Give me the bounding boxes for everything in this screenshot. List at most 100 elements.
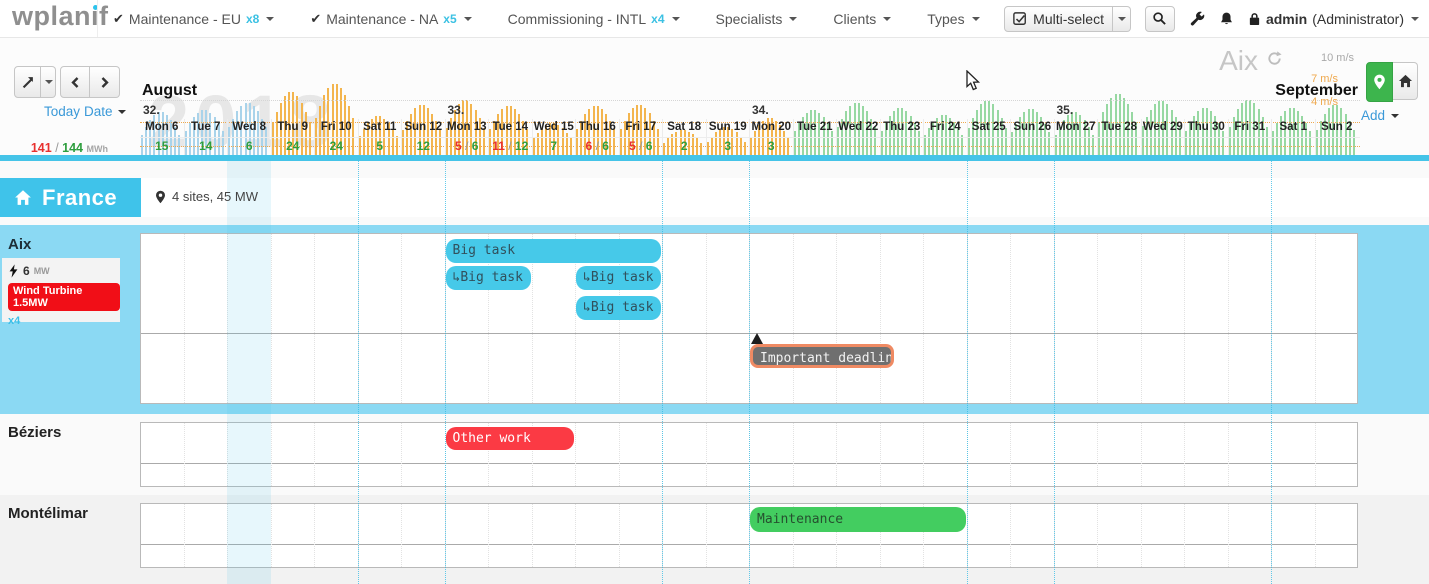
nav-menu-maintenance-na[interactable]: ✔Maintenance - NAx5 [310,11,471,27]
day-column-header: Thu 16 6 / 6 [575,119,619,155]
day-gridline [184,504,185,567]
day-gridline [184,423,185,486]
day-gridline [662,234,663,403]
chevron-down-icon [883,17,891,21]
multi-select-caret[interactable] [1113,6,1131,32]
day-column-header: Mon 27 [1054,119,1098,155]
app-logo[interactable]: wplanıf [12,1,109,32]
chevron-down-icon [1391,114,1399,118]
task-bar[interactable]: Big task [446,239,662,263]
add-dropdown[interactable]: Add [1361,108,1399,123]
week-number: 34. [752,103,769,117]
day-label: Fri 31 [1229,119,1272,136]
day-column-header: Sat 1 [1271,119,1315,155]
day-energy-value: 2 [663,138,706,155]
day-label: Tue 14 [489,119,532,136]
day-column-header: Tue 14 11 / 12 [488,119,532,155]
day-energy-value: 12 [402,138,445,155]
day-energy-value: 7 [533,138,576,155]
day-gridline [401,234,402,403]
equipment-badge[interactable]: Wind Turbine 1.5MW [8,283,120,311]
search-button[interactable] [1145,6,1175,32]
day-column-header: Mon 20 3 [749,119,793,155]
nav-menu-specialists[interactable]: Specialists [716,11,798,27]
day-column-header: Thu 30 [1184,119,1228,155]
day-column-header: Fri 24 [923,119,967,155]
nav-menu-maintenance-eu[interactable]: ✔Maintenance - EUx8 [113,11,274,27]
site-power: 6 MW [8,264,120,278]
day-column-header: Tue 7 14 [184,119,228,155]
region-header[interactable]: France [0,178,141,217]
month-label-september: September [1275,82,1358,100]
day-gridline [1228,504,1229,567]
day-label: Wed 29 [1142,119,1185,136]
nav-menu-clients[interactable]: Clients [833,11,891,27]
day-label: Sat 18 [663,119,706,136]
day-gridline [1315,504,1316,567]
filter-count: x8 [246,12,259,26]
task-bar[interactable]: Maintenance [750,507,966,532]
search-icon [1152,11,1167,26]
nav-menu-commissioning-intl[interactable]: Commissioning - INTLx4 [508,11,680,27]
day-gridline [227,504,228,567]
schedule-panel-beziers[interactable]: Other work [140,422,1358,487]
user-menu[interactable]: admin (Administrator) [1248,11,1419,27]
day-column-header: Sat 25 [967,119,1011,155]
navbar-menus: ✔Maintenance - EUx8 ✔Maintenance - NAx5 Co… [113,0,1070,37]
checkbox-check-icon [1013,12,1027,26]
day-label: Thu 30 [1185,119,1228,136]
deadline-marker-icon [751,333,763,344]
home-view-button[interactable] [1393,62,1418,100]
region-name: France [42,185,117,211]
home-icon [14,189,32,206]
day-column-header: Sat 11 5 [358,119,402,155]
day-gridline [923,423,924,486]
schedule-panel-montelimar[interactable]: Maintenance [140,503,1358,568]
day-gridline [314,504,315,567]
day-label: Sun 26 [1011,119,1054,136]
multi-select-main[interactable]: Multi-select [1004,6,1113,32]
day-gridline [1010,504,1011,567]
map-pin-button[interactable] [1366,62,1393,102]
task-bar[interactable]: Other work [446,427,575,450]
day-column-header: Fri 31 [1228,119,1272,155]
task-bar[interactable]: ↳Big task [576,266,661,290]
schedule-panel-aix[interactable]: Big task ↳Big task ↳Big task ↳Big task Impor… [140,233,1358,404]
task-bar[interactable]: ↳Big task [576,296,661,320]
day-energy-value: 24 [272,138,315,155]
day-gridline [488,504,489,567]
day-gridline [706,423,707,486]
day-energy-value: 15 [140,138,184,155]
day-energy-value: 14 [185,138,228,155]
task-bar[interactable]: Important deadline [750,344,894,368]
day-column-header: Sun 2 [1315,119,1359,155]
day-label: Tue 7 [185,119,228,136]
day-energy-value: 5 / 6 [620,138,663,155]
day-gridline [184,234,185,403]
bell-icon[interactable] [1219,11,1234,27]
day-energy-value: 5 / 6 [446,138,489,155]
task-bar[interactable]: ↳Big task [446,266,531,290]
day-column-header: Thu 23 [880,119,924,155]
refresh-icon[interactable] [1266,50,1283,67]
month-label-august: August [142,82,197,100]
day-gridline [619,504,620,567]
chevron-down-icon [1411,17,1419,21]
day-energy-value: 6 [228,138,271,155]
week-number: 35. [1057,103,1074,117]
navbar-divider [97,0,98,37]
day-label: Thu 9 [272,119,315,136]
day-column-header: Mon 13 5 / 6 [445,119,489,155]
multi-select-button[interactable]: Multi-select [1004,6,1131,32]
site-name-montelimar[interactable]: Montélimar [8,505,88,522]
day-column-header: Wed 15 7 [532,119,576,155]
day-gridline [575,423,576,486]
day-label: Mon 13 [446,119,489,136]
week-number: 33. [448,103,465,117]
day-gridline [967,234,968,403]
day-gridline [1097,234,1098,403]
wrench-icon[interactable] [1189,11,1205,27]
nav-menu-types[interactable]: Types [927,11,979,27]
site-name-aix[interactable]: Aix [8,236,31,253]
site-name-beziers[interactable]: Béziers [8,424,61,441]
